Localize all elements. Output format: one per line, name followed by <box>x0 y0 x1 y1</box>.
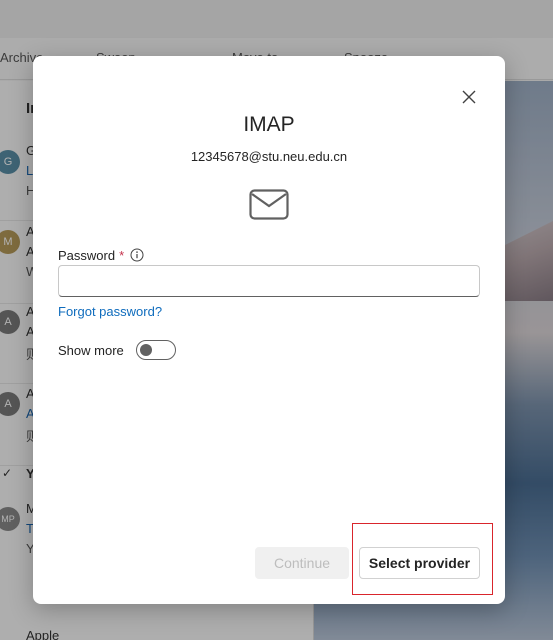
password-label-row: Password * <box>58 246 144 264</box>
continue-button[interactable]: Continue <box>255 547 349 579</box>
mail-icon <box>249 189 289 220</box>
show-more-toggle[interactable] <box>135 340 176 360</box>
required-marker: * <box>119 247 125 263</box>
close-button[interactable] <box>459 87 479 107</box>
info-icon[interactable] <box>130 248 144 262</box>
toggle-knob <box>139 344 152 356</box>
dialog-title: IMAP <box>243 113 295 136</box>
imap-dialog: IMAP 12345678@stu.neu.edu.cn Password * … <box>33 56 505 604</box>
close-icon <box>462 90 476 104</box>
account-email: 12345678@stu.neu.edu.cn <box>190 149 348 164</box>
forgot-password-link[interactable]: Forgot password? <box>58 304 162 319</box>
show-more-row: Show more <box>58 340 176 360</box>
password-input[interactable] <box>58 265 480 297</box>
show-more-label: Show more <box>58 342 124 358</box>
highlight-box <box>352 523 493 595</box>
password-label: Password <box>58 247 116 263</box>
